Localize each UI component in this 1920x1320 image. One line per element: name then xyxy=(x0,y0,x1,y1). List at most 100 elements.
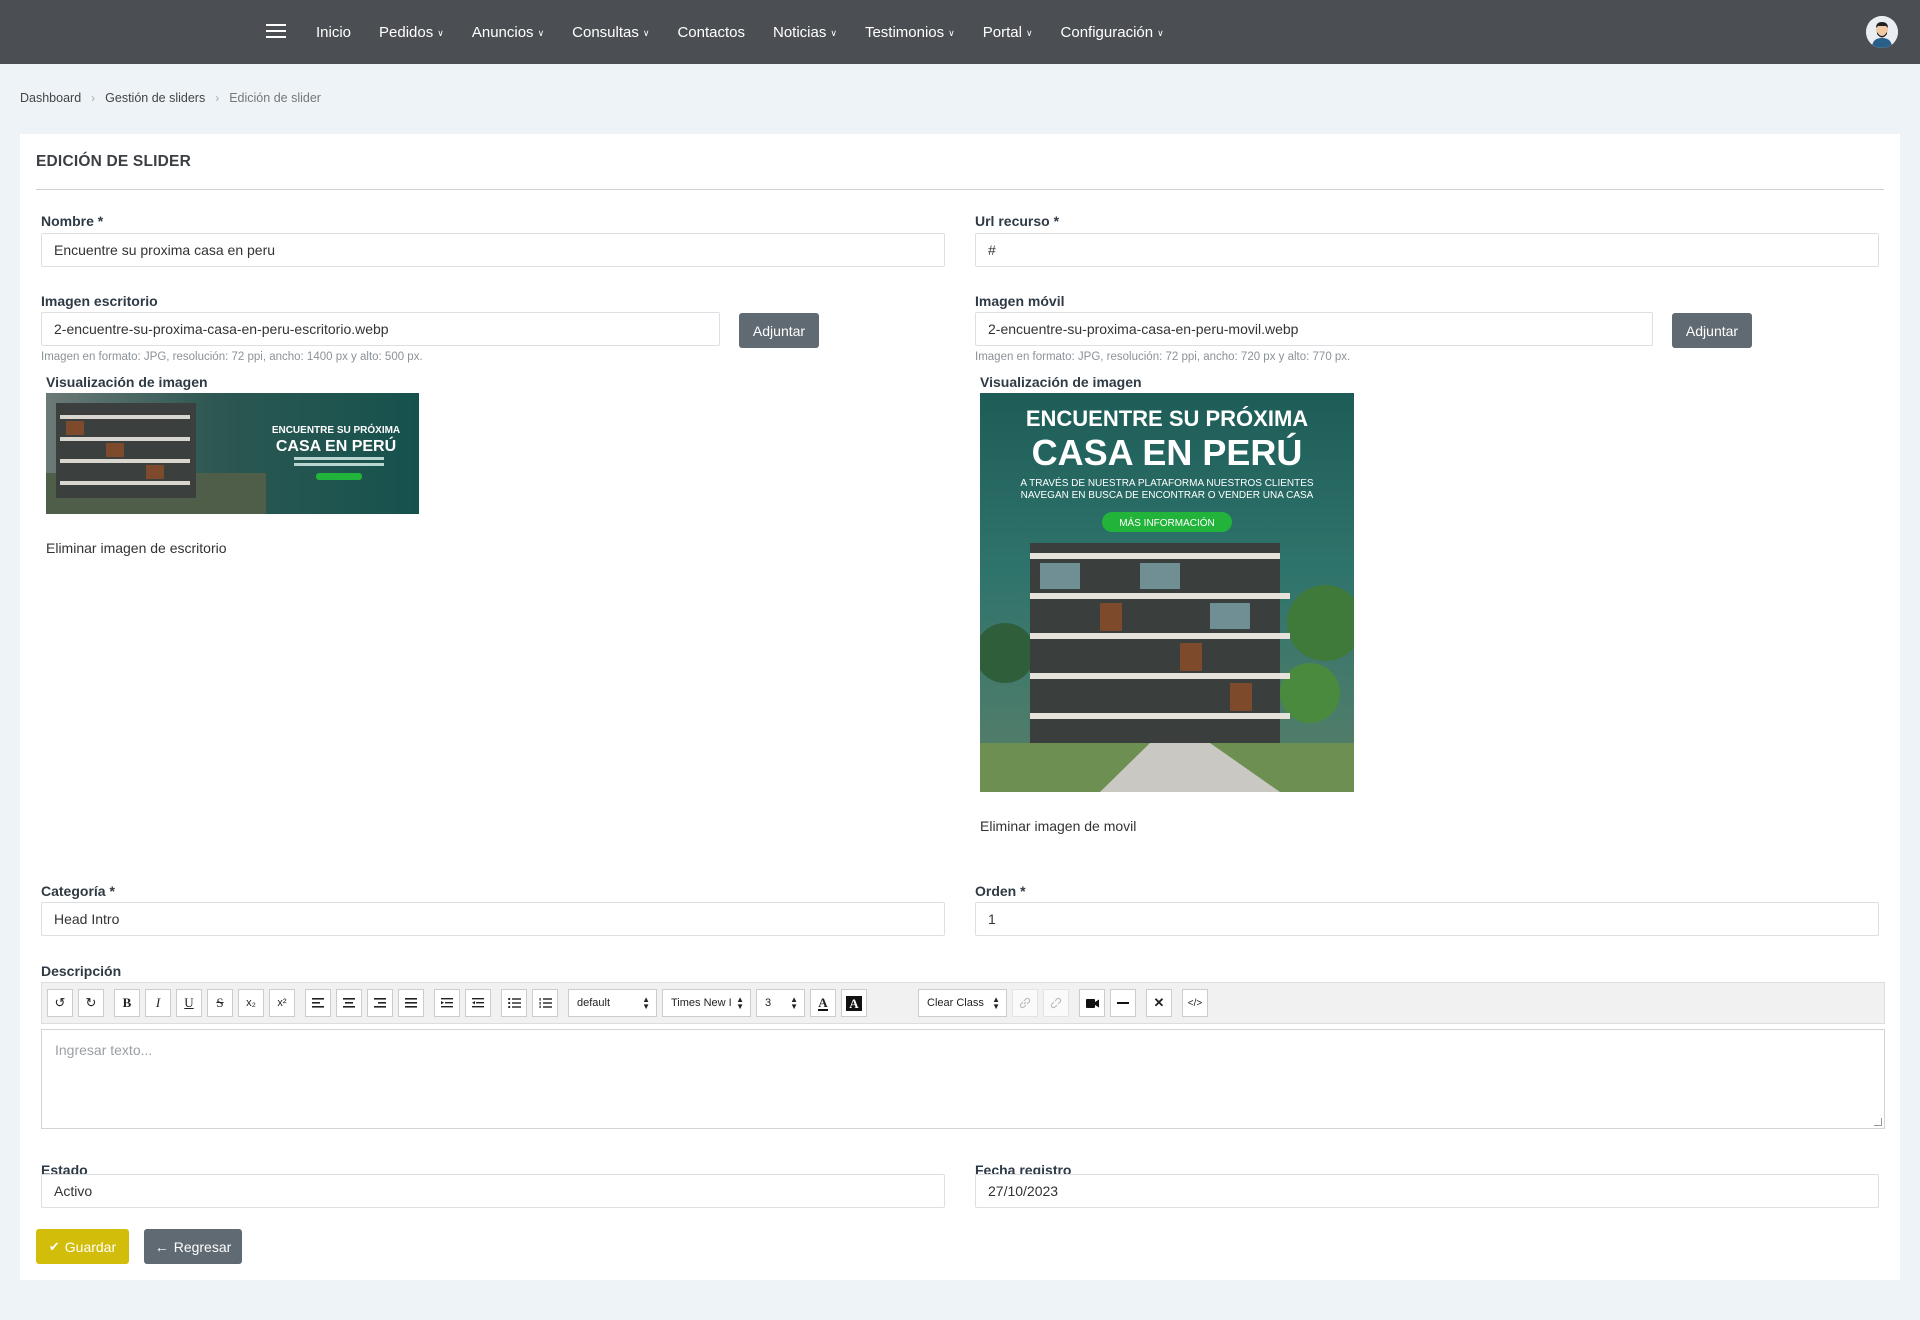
align-right-icon[interactable] xyxy=(367,989,393,1017)
check-icon: ✔ xyxy=(48,1238,60,1254)
align-justify-icon[interactable] xyxy=(398,989,424,1017)
strikethrough-button[interactable]: S xyxy=(207,989,233,1017)
align-left-icon[interactable] xyxy=(305,989,331,1017)
font-color-icon[interactable]: A xyxy=(810,989,836,1017)
highlight-color-icon[interactable]: A xyxy=(841,989,867,1017)
delete-desk-image-link[interactable]: Eliminar imagen de escritorio xyxy=(46,540,227,556)
chevron-down-icon: ∨ xyxy=(830,27,837,38)
url-input[interactable]: # xyxy=(975,233,1879,267)
redo-button[interactable]: ↻ xyxy=(78,989,104,1017)
video-icon[interactable] xyxy=(1079,989,1105,1017)
breadcrumb-sliders[interactable]: Gestión de sliders xyxy=(105,91,205,105)
categoria-select[interactable]: Head Intro xyxy=(41,902,945,936)
desktop-preview-image: ENCUENTRE SU PRÓXIMA CASA EN PERÚ xyxy=(46,393,419,514)
nav-item-inicio[interactable]: Inicio xyxy=(316,24,351,41)
svg-text:MÁS INFORMACIÓN: MÁS INFORMACIÓN xyxy=(1119,516,1215,529)
svg-text:ENCUENTRE SU PRÓXIMA: ENCUENTRE SU PRÓXIMA xyxy=(1026,406,1308,431)
chevron-down-icon: ∨ xyxy=(1025,27,1033,38)
menu-icon[interactable] xyxy=(266,24,286,40)
img-desk-input[interactable]: 2-encuentre-su-proxima-casa-en-peru-escr… xyxy=(41,312,720,346)
img-mob-label: Imagen móvil xyxy=(975,293,1065,309)
fecha-input[interactable]: 27/10/2023 xyxy=(975,1174,1879,1208)
edit-slider-card: EDICIÓN DE SLIDER Nombre * Encuentre su … xyxy=(20,134,1900,1280)
svg-text:NAVEGAN EN BUSCA DE ENCONTRAR: NAVEGAN EN BUSCA DE ENCONTRAR O VENDER U… xyxy=(1021,490,1314,501)
nav-item-anuncios[interactable]: Anuncios ∨ xyxy=(472,24,544,41)
page-title: EDICIÓN DE SLIDER xyxy=(36,153,191,170)
link-icon[interactable] xyxy=(1012,989,1038,1017)
nav-item-consultas[interactable]: Consultas ∨ xyxy=(572,24,649,41)
chevron-down-icon: ∨ xyxy=(437,27,444,38)
unlink-icon[interactable] xyxy=(1043,989,1069,1017)
orden-label: Orden * xyxy=(975,883,1026,899)
nombre-label: Nombre * xyxy=(41,213,104,229)
bold-button[interactable]: B xyxy=(114,989,140,1017)
top-navbar: Inicio Pedidos ∨ Anuncios ∨ Consultas ∨ Con… xyxy=(0,0,1920,64)
svg-text:A TRAVÉS DE NUESTRA PLATAFORMA: A TRAVÉS DE NUESTRA PLATAFORMA NUESTROS … xyxy=(1020,476,1314,489)
descripcion-label: Descripción xyxy=(41,963,122,979)
chevron-right-icon: › xyxy=(91,91,96,105)
font-size-select[interactable]: 3 ▲ ▼ xyxy=(756,989,805,1017)
user-avatar[interactable] xyxy=(1866,16,1898,48)
svg-text:CASA EN PERÚ: CASA EN PERÚ xyxy=(276,436,396,455)
chevron-down-icon: ∨ xyxy=(948,27,955,38)
img-mob-input[interactable]: 2-encuentre-su-proxima-casa-en-peru-movi… xyxy=(975,312,1653,346)
mobile-preview-image: ENCUENTRE SU PRÓXIMA CASA EN PERÚ A TRAV… xyxy=(980,393,1354,792)
nav-item-portal[interactable]: Portal ∨ xyxy=(983,24,1033,41)
bullet-list-icon[interactable] xyxy=(501,989,527,1017)
superscript-button[interactable]: x² xyxy=(269,989,295,1017)
main-nav: Inicio Pedidos ∨ Anuncios ∨ Consultas ∨ Con… xyxy=(316,0,1192,64)
underline-button[interactable]: U xyxy=(176,989,202,1017)
updown-icon: ▲ ▼ xyxy=(992,995,1000,1011)
svg-text:CASA EN PERÚ: CASA EN PERÚ xyxy=(1032,431,1303,473)
nav-item-contactos[interactable]: Contactos xyxy=(677,24,745,41)
back-label: Regresar xyxy=(173,1238,232,1255)
indent-icon[interactable] xyxy=(465,989,491,1017)
save-label: Guardar xyxy=(64,1238,117,1255)
undo-button[interactable]: ↺ xyxy=(47,989,73,1017)
breadcrumb: Dashboard › Gestión de sliders › Edición… xyxy=(20,91,321,105)
attach-desk-button[interactable]: Adjuntar xyxy=(739,313,819,348)
horizontal-rule-icon[interactable] xyxy=(1110,989,1136,1017)
svg-text:ENCUENTRE SU PRÓXIMA: ENCUENTRE SU PRÓXIMA xyxy=(272,423,400,436)
subscript-button[interactable]: x₂ xyxy=(238,989,264,1017)
nav-item-pedidos[interactable]: Pedidos ∨ xyxy=(379,24,444,41)
chevron-down-icon: ∨ xyxy=(642,27,650,38)
nav-item-testimonios[interactable]: Testimonios ∨ xyxy=(865,24,955,41)
align-center-icon[interactable] xyxy=(336,989,362,1017)
remove-format-icon[interactable]: ✕ xyxy=(1146,989,1172,1017)
img-desk-label: Imagen escritorio xyxy=(41,293,158,309)
clear-class-select[interactable]: Clear Class ▲ ▼ xyxy=(918,989,1007,1017)
estado-select[interactable]: Activo xyxy=(41,1174,945,1208)
attach-mob-button[interactable]: Adjuntar xyxy=(1672,313,1752,348)
style-select[interactable]: default ▲ ▼ xyxy=(568,989,657,1017)
arrow-left-icon: ← xyxy=(154,1238,169,1255)
chevron-down-icon: ∨ xyxy=(537,27,545,38)
img-mob-help: Imagen en formato: JPG, resolución: 72 p… xyxy=(975,351,1351,363)
save-button[interactable]: ✔ Guardar xyxy=(36,1229,129,1264)
chevron-down-icon: ∨ xyxy=(1157,27,1164,38)
back-button[interactable]: ← Regresar xyxy=(144,1229,242,1264)
description-editor[interactable]: Ingresar texto... xyxy=(41,1029,1885,1129)
orden-input[interactable]: 1 xyxy=(975,902,1879,936)
updown-icon: ▲ ▼ xyxy=(790,995,798,1011)
italic-button[interactable]: I xyxy=(145,989,171,1017)
updown-icon: ▲ ▼ xyxy=(642,995,650,1011)
numbered-list-icon[interactable] xyxy=(532,989,558,1017)
img-desk-help: Imagen en formato: JPG, resolución: 72 p… xyxy=(41,351,423,363)
user-avatar-icon xyxy=(1866,16,1898,48)
breadcrumb-dashboard[interactable]: Dashboard xyxy=(20,91,81,105)
font-family-select[interactable]: Times New I ▲ ▼ xyxy=(662,989,751,1017)
editor-toolbar: ↺ ↻ B I U S x₂ x² default ▲ ▼ Times New … xyxy=(41,982,1885,1024)
nav-item-configuracion[interactable]: Configuración ∨ xyxy=(1061,24,1164,41)
nombre-input[interactable]: Encuentre su proxima casa en peru xyxy=(41,233,945,267)
nav-item-noticias[interactable]: Noticias ∨ xyxy=(773,24,837,41)
img-mob-preview-label: Visualización de imagen xyxy=(980,374,1142,390)
outdent-icon[interactable] xyxy=(434,989,460,1017)
chevron-right-icon: › xyxy=(215,91,220,105)
code-view-button[interactable]: </> xyxy=(1182,989,1208,1017)
delete-mob-image-link[interactable]: Eliminar imagen de movil xyxy=(980,818,1136,834)
resize-handle-icon[interactable] xyxy=(1874,1118,1882,1126)
divider xyxy=(36,189,1884,190)
categoria-label: Categoría * xyxy=(41,883,115,899)
editor-placeholder: Ingresar texto... xyxy=(55,1042,153,1058)
